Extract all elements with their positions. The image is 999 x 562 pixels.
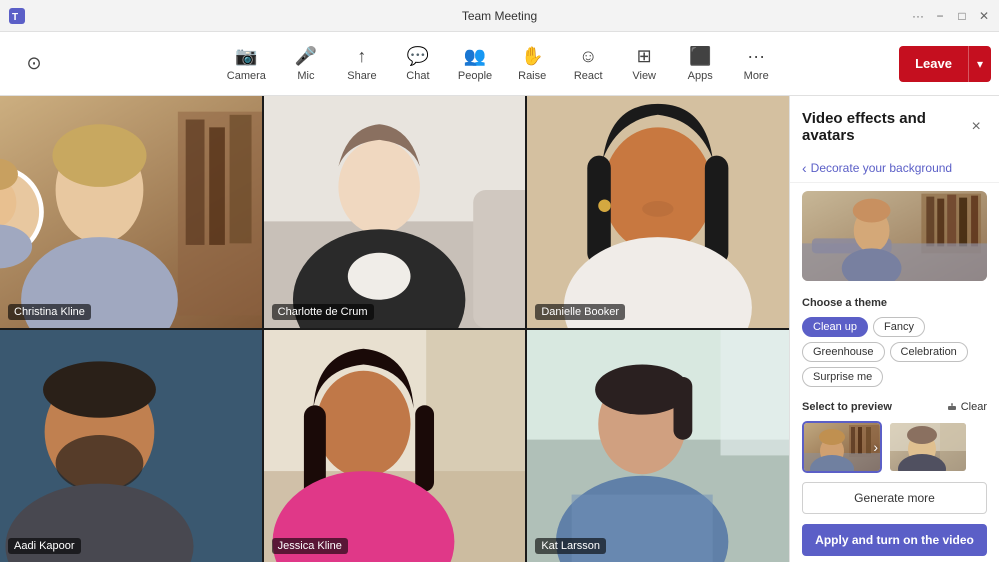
mic-icon: 🎤 xyxy=(295,46,317,67)
background-preview xyxy=(802,191,987,281)
meeting-toolbar: ⊙ 📷 Camera 🎤 Mic ↑ Share 💬 Chat 👥 People… xyxy=(0,32,999,96)
panel-title: Video effects and avatars xyxy=(802,110,965,144)
participant-name: Aadi Kapoor xyxy=(8,538,81,554)
more-options-btn[interactable]: ··· xyxy=(911,9,925,23)
chat-label: Chat xyxy=(406,70,429,82)
generate-more-button[interactable]: Generate more xyxy=(802,482,987,514)
panel-close-button[interactable]: × xyxy=(965,115,987,139)
clear-button[interactable]: Clear xyxy=(946,401,987,413)
more-label: More xyxy=(744,70,769,82)
breadcrumb-arrow-icon: ‹ xyxy=(802,160,807,176)
participant-name: Charlotte de Crum xyxy=(272,304,374,320)
raise-label: Raise xyxy=(518,70,546,82)
teams-logo: T xyxy=(8,7,26,25)
apps-control[interactable]: ⬛ Apps xyxy=(674,40,726,88)
leave-label: Leave xyxy=(899,56,968,71)
select-label-row: Select to preview Clear xyxy=(790,395,999,417)
mic-label: Mic xyxy=(297,70,314,82)
more-control[interactable]: ··· More xyxy=(730,40,782,88)
leave-dropdown-arrow[interactable]: ▾ xyxy=(968,46,991,82)
title-bar: T Team Meeting ··· − □ ✕ xyxy=(0,0,999,32)
window-controls: ··· − □ ✕ xyxy=(911,9,991,23)
raise-icon: ✋ xyxy=(521,46,543,67)
theme-surpriseme-btn[interactable]: Surprise me xyxy=(802,367,883,387)
people-icon: 👥 xyxy=(464,46,486,67)
close-btn[interactable]: ✕ xyxy=(977,9,991,23)
leave-button[interactable]: Leave ▾ xyxy=(899,46,991,82)
raise-control[interactable]: ✋ Raise xyxy=(506,40,558,88)
main-content: Christina Kline Charlotte de Crum xyxy=(0,96,999,562)
panel-header: Video effects and avatars × xyxy=(790,96,999,154)
react-label: React xyxy=(574,70,603,82)
apps-label: Apps xyxy=(688,70,713,82)
participant-tile: Aadi Kapoor xyxy=(0,330,262,562)
panel-breadcrumb[interactable]: ‹ Decorate your background xyxy=(790,154,999,183)
theme-celebration-btn[interactable]: Celebration xyxy=(890,342,968,362)
theme-cleanup-btn[interactable]: Clean up xyxy=(802,317,868,337)
breadcrumb-text: Decorate your background xyxy=(811,161,952,175)
window-title: Team Meeting xyxy=(462,9,537,23)
more-icon: ··· xyxy=(747,46,765,67)
share-label: Share xyxy=(347,70,376,82)
chat-control[interactable]: 💬 Chat xyxy=(392,40,444,88)
participant-name: Danielle Booker xyxy=(535,304,625,320)
preview-thumbnails: › xyxy=(790,417,999,478)
theme-greenhouse-btn[interactable]: Greenhouse xyxy=(802,342,885,362)
share-control[interactable]: ↑ Share xyxy=(336,40,388,88)
share-icon: ↑ xyxy=(357,46,366,67)
home-icon: ⊙ xyxy=(26,53,41,74)
home-btn[interactable]: ⊙ xyxy=(8,47,60,80)
react-control[interactable]: ☺ React xyxy=(562,40,614,88)
participant-name: Jessica Kline xyxy=(272,538,348,554)
apps-icon: ⬛ xyxy=(689,46,711,67)
react-icon: ☺ xyxy=(579,46,597,67)
toolbar-left: ⊙ xyxy=(8,47,60,80)
camera-icon: 📷 xyxy=(235,46,257,67)
participant-tile: Charlotte de Crum xyxy=(264,96,526,328)
chat-icon: 💬 xyxy=(407,46,429,67)
thumbnail-1[interactable]: › xyxy=(802,421,882,473)
thumbnail-chevron-icon: › xyxy=(873,439,878,455)
view-icon: ⊞ xyxy=(637,46,652,67)
select-preview-label: Select to preview xyxy=(802,401,892,413)
theme-section-label: Choose a theme xyxy=(790,289,999,313)
video-effects-panel: Video effects and avatars × ‹ Decorate y… xyxy=(789,96,999,562)
participant-tile: Kat Larsson xyxy=(527,330,789,562)
camera-label: Camera xyxy=(227,70,266,82)
mic-control[interactable]: 🎤 Mic xyxy=(280,40,332,88)
apply-button[interactable]: Apply and turn on the video xyxy=(802,524,987,556)
view-label: View xyxy=(632,70,656,82)
camera-control[interactable]: 📷 Camera xyxy=(217,40,276,88)
people-label: People xyxy=(458,70,492,82)
video-grid: Christina Kline Charlotte de Crum xyxy=(0,96,789,562)
participant-tile: Christina Kline xyxy=(0,96,262,328)
theme-options: Clean up Fancy Greenhouse Celebration Su… xyxy=(790,313,999,395)
participant-name: Kat Larsson xyxy=(535,538,606,554)
participant-name: Christina Kline xyxy=(8,304,91,320)
participant-tile: Danielle Booker xyxy=(527,96,789,328)
participant-tile: Jessica Kline xyxy=(264,330,526,562)
theme-fancy-btn[interactable]: Fancy xyxy=(873,317,925,337)
minimize-btn[interactable]: − xyxy=(933,9,947,23)
thumbnail-2[interactable] xyxy=(888,421,968,473)
maximize-btn[interactable]: □ xyxy=(955,9,969,23)
svg-text:T: T xyxy=(12,12,18,23)
eraser-icon xyxy=(946,401,958,413)
people-control[interactable]: 👥 People xyxy=(448,40,502,88)
view-control[interactable]: ⊞ View xyxy=(618,40,670,88)
